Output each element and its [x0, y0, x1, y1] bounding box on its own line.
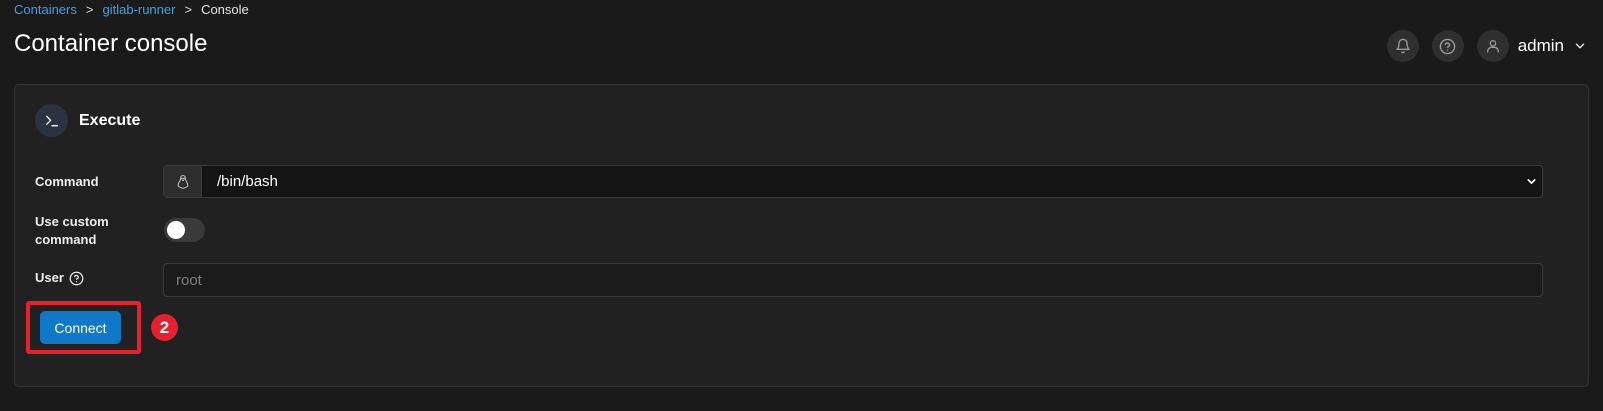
breadcrumb-separator: > [184, 2, 193, 17]
panel-header: Execute [35, 104, 140, 137]
command-label: Command [35, 174, 99, 189]
custom-command-label: Use custom command [35, 214, 109, 247]
user-label: User [35, 270, 64, 285]
user-input[interactable] [163, 263, 1543, 297]
select-addon [164, 166, 202, 197]
chevron-down-icon [1527, 179, 1536, 184]
toggle-knob [167, 221, 185, 239]
connect-button[interactable]: Connect [40, 311, 121, 344]
panel-title: Execute [79, 111, 141, 129]
user-name: admin [1517, 36, 1564, 55]
avatar[interactable] [1476, 30, 1509, 62]
breadcrumb-current: Console [201, 2, 249, 17]
linux-icon [177, 174, 188, 189]
user-icon [1486, 40, 1499, 53]
command-value: /bin/bash [217, 173, 278, 190]
breadcrumb-separator: > [85, 2, 94, 17]
command-select[interactable]: /bin/bash [163, 165, 1543, 198]
header-actions: admin [1386, 30, 1587, 62]
help-icon[interactable] [69, 271, 84, 286]
help-icon [1439, 38, 1456, 54]
terminal-icon [35, 104, 68, 137]
page-title: Container console [14, 30, 208, 57]
execute-panel: Execute Command /bin/bash Use custom com… [14, 84, 1589, 387]
chevron-down-icon[interactable] [1573, 39, 1587, 53]
step-badge: 2 [151, 314, 178, 341]
notifications-button[interactable] [1386, 30, 1419, 62]
breadcrumb: Containers > gitlab-runner > Console [14, 2, 249, 17]
bell-icon [1396, 38, 1410, 54]
custom-command-toggle[interactable] [164, 218, 205, 242]
user-menu[interactable]: admin [1476, 30, 1587, 62]
command-select-value[interactable]: /bin/bash [202, 166, 1542, 197]
help-button[interactable] [1431, 30, 1464, 62]
user-label-group: User [35, 269, 84, 287]
breadcrumb-containers-link[interactable]: Containers [14, 2, 77, 17]
breadcrumb-container-link[interactable]: gitlab-runner [102, 2, 175, 17]
